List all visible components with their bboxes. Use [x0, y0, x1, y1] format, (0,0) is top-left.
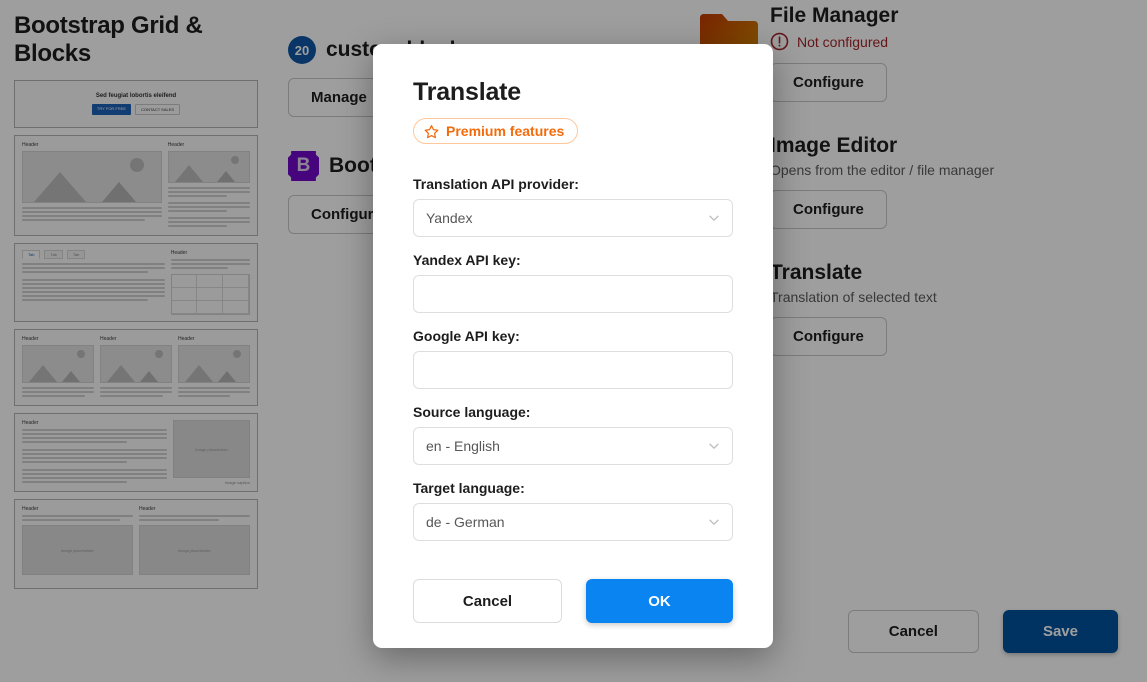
select-target-language[interactable]: de - German: [413, 503, 733, 541]
chevron-down-icon: [709, 215, 719, 221]
select-target-language-value: de - German: [426, 514, 505, 530]
field-google-api-key: Google API key:: [413, 328, 733, 389]
dialog-actions: Cancel OK: [413, 579, 733, 623]
select-translation-api-provider[interactable]: Yandex: [413, 199, 733, 237]
label-target-language: Target language:: [413, 480, 525, 496]
label-google-api-key: Google API key:: [413, 328, 520, 344]
premium-features-badge: Premium features: [413, 118, 579, 144]
application-window: Bootstrap Grid & Blocks Sed feugiat lobo…: [0, 0, 1147, 682]
premium-features-label: Premium features: [446, 123, 565, 139]
label-translation-api-provider: Translation API provider:: [413, 176, 579, 192]
label-source-language: Source language:: [413, 404, 531, 420]
yandex-api-key-input[interactable]: [413, 275, 733, 313]
select-source-language[interactable]: en - English: [413, 427, 733, 465]
select-source-language-value: en - English: [426, 438, 500, 454]
label-yandex-api-key: Yandex API key:: [413, 252, 521, 268]
select-translation-api-provider-value: Yandex: [426, 210, 473, 226]
chevron-down-icon: [709, 443, 719, 449]
translate-settings-dialog: Translate Premium features Translation A…: [373, 44, 773, 648]
dialog-title: Translate: [413, 78, 521, 106]
google-api-key-input[interactable]: [413, 351, 733, 389]
chevron-down-icon: [709, 519, 719, 525]
field-source-language: Source language: en - English: [413, 404, 733, 465]
dialog-cancel-button[interactable]: Cancel: [413, 579, 562, 623]
dialog-ok-button[interactable]: OK: [586, 579, 733, 623]
field-target-language: Target language: de - German: [413, 480, 733, 541]
field-translation-api-provider: Translation API provider: Yandex: [413, 176, 733, 237]
field-yandex-api-key: Yandex API key:: [413, 252, 733, 313]
star-icon: [424, 124, 439, 138]
